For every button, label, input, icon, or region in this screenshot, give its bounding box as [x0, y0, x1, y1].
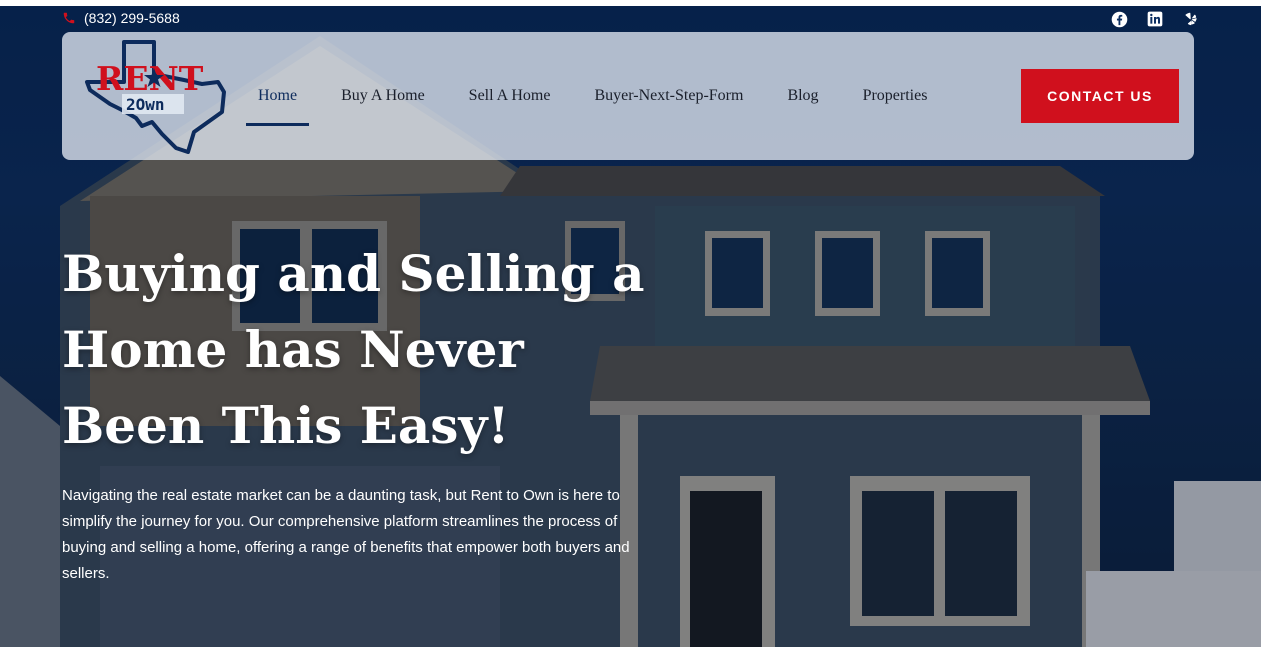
brand-logo[interactable]: RENT 2Own	[84, 40, 232, 154]
linkedin-icon[interactable]	[1146, 10, 1164, 28]
phone-number: (832) 299-5688	[84, 10, 180, 26]
phone-link[interactable]: (832) 299-5688	[62, 10, 180, 26]
nav-item-sell-a-home[interactable]: Sell A Home	[457, 78, 563, 114]
phone-icon	[63, 12, 75, 24]
facebook-icon[interactable]	[1110, 10, 1128, 28]
logo-2own-text: 2Own	[126, 95, 165, 114]
nav-item-home[interactable]: Home	[246, 78, 310, 126]
social-links	[1110, 10, 1200, 28]
header-navbar: RENT 2Own Home Buy A Home Sell A Home Bu…	[62, 32, 1194, 160]
contact-us-button[interactable]: CONTACT US	[1021, 69, 1179, 123]
top-bar: (832) 299-5688	[0, 6, 1261, 32]
hero-description: Navigating the real estate market can be…	[62, 487, 630, 582]
texas-rent-to-own-logo: RENT 2Own	[85, 40, 226, 154]
nav-item-buyer-next-step-form[interactable]: Buyer-Next-Step-Form	[582, 78, 755, 114]
nav-item-blog[interactable]: Blog	[775, 78, 830, 114]
yelp-icon[interactable]	[1182, 10, 1200, 28]
main-nav: Home Buy A Home Sell A Home Buyer-Next-S…	[246, 32, 959, 160]
nav-item-properties[interactable]: Properties	[851, 78, 940, 114]
hero-headline: Buying and Selling a Home has Never Been…	[62, 244, 645, 455]
nav-item-buy-a-home[interactable]: Buy A Home	[329, 78, 437, 114]
